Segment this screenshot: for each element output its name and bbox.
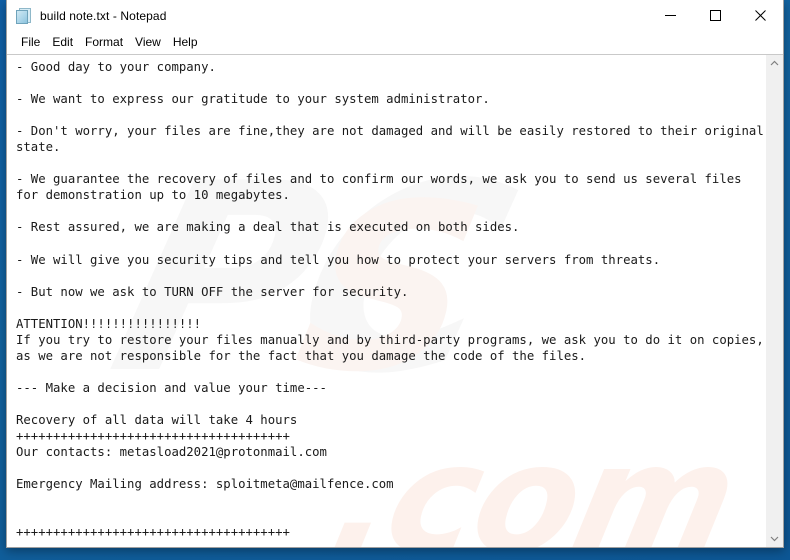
menu-item-help[interactable]: Help xyxy=(167,33,204,52)
menu-item-edit[interactable]: Edit xyxy=(46,33,79,52)
menu-item-format[interactable]: Format xyxy=(79,33,129,52)
vertical-scrollbar[interactable] xyxy=(765,55,783,547)
close-button[interactable] xyxy=(738,0,783,31)
scroll-up-icon[interactable] xyxy=(766,55,783,72)
desktop-background: build note.txt - Notepad File Edit Forma… xyxy=(0,0,790,560)
editor-region: PC S .com - Good day to your company. - … xyxy=(7,54,783,547)
window-title: build note.txt - Notepad xyxy=(40,8,167,23)
text-editor[interactable]: PC S .com - Good day to your company. - … xyxy=(7,55,765,547)
title-bar-left: build note.txt - Notepad xyxy=(7,7,648,24)
maximize-button[interactable] xyxy=(693,0,738,31)
notepad-icon xyxy=(16,7,32,24)
menu-item-view[interactable]: View xyxy=(129,33,167,52)
minimize-button[interactable] xyxy=(648,0,693,31)
menu-item-file[interactable]: File xyxy=(15,33,46,52)
scroll-down-icon[interactable] xyxy=(766,530,783,547)
ransom-note-text: - Good day to your company. - We want to… xyxy=(16,60,764,540)
window-controls xyxy=(648,0,783,31)
scrollbar-track[interactable] xyxy=(766,72,783,530)
menu-bar: File Edit Format View Help xyxy=(7,32,783,54)
notepad-window: build note.txt - Notepad File Edit Forma… xyxy=(6,0,784,548)
title-bar[interactable]: build note.txt - Notepad xyxy=(7,0,783,32)
